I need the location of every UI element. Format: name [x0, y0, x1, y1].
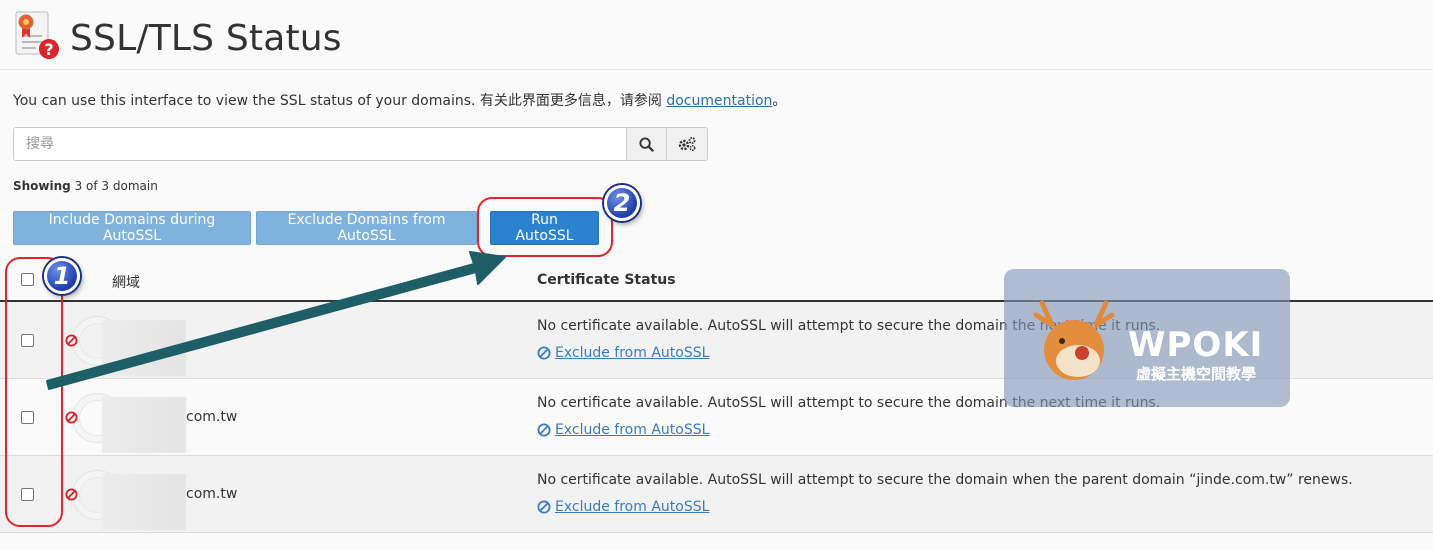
blurred-domain: [102, 474, 186, 530]
exclude-domains-button[interactable]: Exclude Domains from AutoSSL: [256, 211, 477, 245]
include-domains-button[interactable]: Include Domains during AutoSSL: [13, 211, 251, 245]
search-bar: [13, 127, 708, 161]
watermark: WPOKI 虛擬主機空間教學: [1004, 269, 1290, 407]
watermark-subtitle: 虛擬主機空間教學: [1136, 365, 1257, 383]
result-count: Showing 3 of 3 domain: [13, 179, 158, 193]
column-header-domain: 網域: [112, 275, 140, 291]
run-autossl-button[interactable]: Run AutoSSL: [490, 211, 599, 245]
documentation-link[interactable]: documentation: [666, 93, 772, 109]
gears-icon: [678, 137, 696, 152]
blurred-domain: [102, 397, 186, 453]
select-all-checkbox[interactable]: [21, 273, 34, 286]
search-input[interactable]: [14, 128, 626, 160]
exclude-from-autossl-link[interactable]: Exclude from AutoSSL: [537, 422, 709, 438]
watermark-brand: WPOKI: [1128, 325, 1264, 365]
row-checkbox[interactable]: [21, 334, 34, 347]
search-icon: [639, 136, 654, 152]
svg-text:?: ?: [44, 40, 53, 59]
column-header-certificate-status: Certificate Status: [537, 272, 676, 288]
search-settings-button[interactable]: [666, 128, 707, 160]
exclude-from-autossl-link[interactable]: Exclude from AutoSSL: [537, 499, 709, 515]
reindeer-logo-icon: [1033, 300, 1115, 380]
intro-text: You can use this interface to view the S…: [13, 93, 787, 109]
ban-icon: [537, 346, 551, 360]
no-certificate-icon: [65, 411, 78, 424]
row-checkbox[interactable]: [21, 411, 34, 424]
table-row: com.tw No certificate available. AutoSSL…: [0, 456, 1433, 533]
domain-name: com.tw: [186, 409, 238, 425]
page-header: ? SSL/TLS Status: [0, 0, 1433, 70]
step-2-badge: 2: [604, 185, 640, 221]
search-button[interactable]: [626, 128, 666, 160]
no-certificate-icon: [65, 334, 78, 347]
certificate-status-text: No certificate available. AutoSSL will a…: [537, 472, 1353, 488]
row-checkbox[interactable]: [21, 488, 34, 501]
blurred-domain: [102, 320, 186, 376]
ban-icon: [537, 423, 551, 437]
domain-name: com.tw: [186, 486, 238, 502]
exclude-from-autossl-link[interactable]: Exclude from AutoSSL: [537, 345, 709, 361]
ban-icon: [537, 500, 551, 514]
ssl-certificate-icon: ?: [15, 11, 59, 59]
no-certificate-icon: [65, 488, 78, 501]
page-title: SSL/TLS Status: [70, 18, 342, 59]
step-1-badge: 1: [44, 258, 80, 294]
